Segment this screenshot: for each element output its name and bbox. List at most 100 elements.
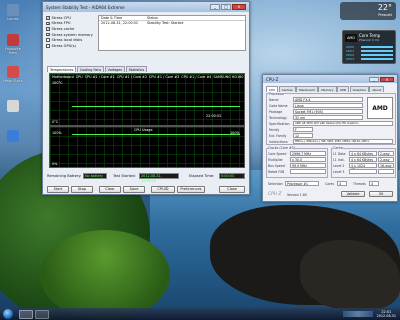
app-icon: [7, 66, 19, 78]
clock-gadget[interactable]: 22° Prescott: [340, 2, 396, 20]
close-window-button[interactable]: ×: [232, 4, 246, 10]
checkbox-box[interactable]: [46, 44, 50, 48]
log-cell-status: Stability Test: Started: [147, 21, 184, 25]
cpuz-codename-value: Llano: [293, 103, 363, 108]
core-temp-bar: [361, 46, 393, 48]
cpuz-titlebar[interactable]: CPU-Z _ ×: [263, 75, 397, 83]
level3-label: Level 3: [333, 170, 345, 174]
cpuz-tab-mainboard[interactable]: Mainboard: [296, 86, 318, 92]
preferences-button[interactable]: Preferences: [177, 186, 205, 193]
log-col-date: Date & Time: [101, 16, 123, 20]
elapsed-label: Elapsed Time:: [189, 174, 215, 178]
l1-inst-value: 4 x 64 KBytes: [349, 157, 377, 162]
minimize-button[interactable]: _: [210, 4, 220, 10]
window-title: System Stability Test - AIDA64 Extreme: [46, 4, 125, 10]
multiplier-label: Multiplier: [268, 158, 283, 162]
rated-fsb-value: [290, 169, 326, 174]
level3-way: [378, 169, 394, 174]
bus-speed-value: 99.9 MHz: [290, 163, 326, 168]
amd-logo-icon: AMD: [367, 97, 393, 119]
stress-gpu-checkbox[interactable]: Stress GPU(s): [46, 43, 94, 49]
cpuz-tab-spd[interactable]: SPD: [337, 86, 350, 92]
cpuz-instructions-value: MMX(+), 3DNow!(+), SSE, SSE2, SSE3, SSE4…: [293, 139, 393, 144]
checkbox-label: Stress local disks: [51, 38, 83, 43]
desktop-icon-document[interactable]: [2, 100, 24, 113]
checkbox-label: Stress CPU: [51, 15, 72, 20]
graph-legend: Motherboard CPU CPU #1 / Core #1 CPU #1 …: [52, 75, 243, 79]
cpu-usage-graph: CPU Usage 100% 0% 100%: [49, 126, 245, 168]
clocks-group-label: Clocks (Core #0): [268, 146, 295, 150]
tab-temperatures[interactable]: Temperatures: [47, 66, 77, 72]
start-orb-icon[interactable]: [3, 309, 13, 319]
desktop-icon-favourite[interactable]: Favourite Item: [2, 34, 24, 55]
desktop-icon-recycle[interactable]: [2, 130, 24, 143]
stop-button[interactable]: Stop: [71, 186, 93, 193]
stress-memory-checkbox[interactable]: ✓ Stress system memory: [46, 32, 94, 38]
tab-voltages[interactable]: Voltages: [104, 66, 126, 72]
cpuz-tab-graphics[interactable]: Graphics: [349, 86, 369, 92]
selection-label: Selection: [268, 182, 283, 186]
core-temp-bar: [361, 58, 393, 60]
desktop-icon-magic-brick[interactable]: Magic Brick: [2, 66, 24, 83]
start-button[interactable]: Start: [47, 186, 69, 193]
core-temp-gadget[interactable]: Core Temp Phenom II X4 AMD CPU0 CPU1 CPU…: [342, 30, 396, 64]
checkbox-box[interactable]: ✓: [46, 16, 50, 20]
log-table: Date & Time Status 2012-08-31, 22:00:52 …: [98, 15, 246, 51]
app-icon: [7, 34, 19, 46]
checkbox-box[interactable]: ✓: [46, 27, 50, 31]
cpuz-extfamily-label: Ext. Family: [269, 134, 287, 138]
stability-titlebar[interactable]: System Stability Test - AIDA64 Extreme _…: [43, 2, 249, 12]
tab-cooling-fans[interactable]: Cooling Fans: [76, 66, 105, 72]
selection-dropdown[interactable]: Processor #1: [285, 181, 319, 186]
core-temp-sub: Phenom II X4: [359, 38, 379, 42]
usage-ymin: 0%: [52, 162, 58, 166]
level3-value: [349, 169, 377, 174]
cpuz-tab-about[interactable]: About: [369, 86, 385, 92]
clear-button[interactable]: Clear: [99, 186, 121, 193]
cpuz-name-value: AMD FX-4: [293, 97, 363, 102]
temperature-graph: Motherboard CPU CPU #1 / Core #1 CPU #1 …: [49, 73, 245, 126]
log-cell-date: 2012-08-31, 22:00:52: [101, 21, 139, 25]
cpuz-technology-label: Technology: [269, 116, 287, 120]
desktop-icon-lomak[interactable]: Lomak: [2, 4, 24, 21]
ok-button[interactable]: OK: [369, 191, 393, 197]
taskbar-item-stability[interactable]: [19, 309, 33, 319]
checkbox-box[interactable]: [46, 38, 50, 42]
cpuz-spec-value: AMD A8-3870 APU with Radeon(tm) HD Graph…: [293, 121, 393, 126]
threads-label: Threads: [353, 182, 366, 186]
temp-line: [72, 106, 240, 107]
checkbox-box[interactable]: ✓: [46, 21, 50, 26]
cpuid-button[interactable]: CPUID: [151, 186, 175, 193]
maximize-button[interactable]: □: [221, 4, 231, 10]
legend-motherboard: Motherboard: [52, 75, 74, 79]
cpuz-version: Version 1.60: [287, 193, 307, 197]
close-button[interactable]: Close: [219, 186, 245, 193]
legend-core4: CPU #1 / Core #4: [181, 75, 212, 79]
cpuz-tab-memory[interactable]: Memory: [318, 86, 337, 92]
core-temp-line-3: CPU3: [346, 57, 355, 61]
l1-inst-way: 2-way: [378, 157, 394, 162]
temp-xlabel: 22:00:52: [206, 114, 222, 118]
cpuz-instructions-label: Instructions: [269, 140, 288, 144]
checkbox-box[interactable]: ✓: [46, 32, 50, 37]
elapsed-value: 0:00:53: [219, 173, 245, 179]
cache-group-label: Cache: [333, 146, 343, 150]
save-button[interactable]: Save: [123, 186, 145, 193]
desktop-icon-label: Lomak: [7, 17, 19, 21]
cpuz-family-label: Family: [269, 128, 280, 132]
level2-way: 16-way: [378, 163, 394, 168]
taskbar-item-cpuz[interactable]: [35, 309, 49, 319]
cpuz-close-button[interactable]: ×: [380, 76, 394, 82]
battery-label: Remaining Battery:: [47, 174, 82, 178]
cpuz-minimize-button[interactable]: _: [369, 76, 379, 82]
core-temp-bar: [361, 50, 393, 52]
tray-date: 2012.08.31: [376, 314, 396, 318]
tray-clock[interactable]: 22:01 2012.08.31: [377, 310, 396, 318]
tray-icons[interactable]: [342, 311, 373, 317]
core-temp-bar: [361, 54, 393, 56]
tab-statistics[interactable]: Statistics: [125, 66, 148, 72]
validate-button[interactable]: Validate: [341, 191, 365, 197]
desktop-icon-label: Favourite Item: [5, 47, 21, 55]
cpuz-brand: CPU-Z: [268, 192, 282, 197]
processor-group-label: Processor: [269, 92, 285, 96]
